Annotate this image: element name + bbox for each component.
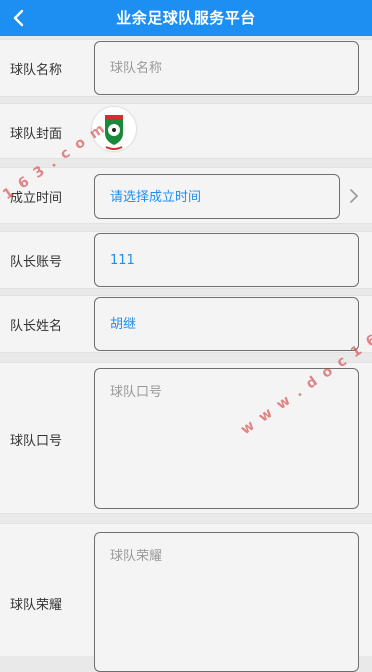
- team-slogan-row: 球队口号 球队口号: [0, 362, 372, 514]
- app-header: 业余足球队服务平台: [0, 0, 372, 36]
- team-honor-textarea[interactable]: 球队荣耀: [94, 532, 359, 672]
- team-cover-row: 球队封面: [0, 103, 372, 159]
- captain-name-row: 队长姓名 胡继: [0, 295, 372, 353]
- team-slogan-textarea[interactable]: 球队口号: [94, 368, 359, 509]
- founded-time-picker[interactable]: 请选择成立时间: [94, 174, 340, 219]
- team-slogan-label: 球队口号: [10, 434, 63, 449]
- team-honor-row: 球队荣耀 球队荣耀: [0, 523, 372, 672]
- page-title: 业余足球队服务平台: [116, 9, 256, 27]
- founded-time-row: 成立时间 请选择成立时间: [0, 167, 372, 224]
- team-badge-icon: [92, 107, 136, 151]
- team-name-label: 球队名称: [10, 63, 63, 78]
- team-honor-label: 球队荣耀: [10, 598, 63, 613]
- captain-name-input[interactable]: 胡继: [94, 297, 359, 351]
- captain-account-row: 队长账号 111: [0, 231, 372, 289]
- founded-time-label: 成立时间: [10, 191, 63, 206]
- captain-account-input[interactable]: 111: [94, 233, 359, 287]
- chevron-right-icon: [350, 189, 358, 203]
- founded-time-chevron[interactable]: [348, 186, 360, 206]
- team-name-row: 球队名称 球队名称: [0, 39, 372, 97]
- captain-name-label: 队长姓名: [10, 319, 63, 334]
- team-name-input[interactable]: 球队名称: [94, 41, 359, 95]
- captain-account-label: 队长账号: [10, 255, 63, 270]
- team-cover-image[interactable]: [92, 107, 136, 151]
- team-cover-label: 球队封面: [10, 127, 63, 142]
